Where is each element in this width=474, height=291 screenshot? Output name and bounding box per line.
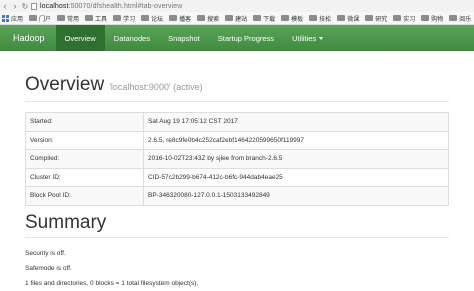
row-label: Block Pool ID: [25,186,144,206]
forward-arrow-icon[interactable]: › [10,0,20,12]
page-title: Overview [25,74,105,95]
browser-address-bar: ‹ › ↻ localhost:50070/dfshealth.html#tab… [0,0,474,12]
bookmark-label: 工具 [95,16,108,23]
summary-divider [25,237,449,238]
apps-grid-icon [2,14,9,22]
url-field[interactable]: localhost:50070/dfshealth.html#tab-overv… [40,3,182,10]
bookmark-item[interactable]: 下载 [253,14,275,23]
table-row: Version: 2.6.5, re8c9fe0b4c252caf2ebf146… [25,130,449,150]
bookmark-item[interactable]: 播客 [169,14,191,23]
bookmark-label: 门户 [39,16,52,23]
bookmark-label: 微课 [347,16,360,23]
hadoop-navbar: Hadoop Overview Datanodes Snapshot Start… [0,25,474,51]
folder-icon [225,15,234,21]
table-row: Started: Sat Aug 19 17:05:12 CST 2017 [25,112,449,132]
bookmark-item[interactable]: 搜索 [197,14,219,23]
tab-datanodes[interactable]: Datanodes [105,25,159,51]
bookmark-item[interactable]: 微课 [337,14,359,23]
bookmark-item[interactable]: 论坛 [141,14,163,23]
bookmarks-bar: 应用 门户 常用 工具 学习 论坛 播客 搜索 建站 下载 模板 技松 微课 研究 实习 购物 阅乐 [0,12,474,25]
folder-icon [141,15,150,21]
url-path: :50070/dfshealth.html#tab-overview [68,2,183,10]
bookmark-item[interactable]: 实习 [393,14,415,23]
bookmark-label: 购物 [431,16,444,23]
folder-icon [57,15,66,21]
bookmark-label: 实习 [403,16,416,23]
table-row: Block Pool ID: BP-346320080-127.0.0.1-15… [25,186,449,206]
bookmark-label: 播客 [179,16,192,23]
row-value: 2016-10-02T23:43Z by sjlee from branch-2… [143,149,449,169]
summary-title: Summary [25,212,107,233]
bookmark-item[interactable]: 学习 [113,14,135,23]
bookmark-item[interactable]: 门户 [29,14,51,23]
bookmark-label: 搜索 [207,16,220,23]
bookmark-label: 应用 [11,16,24,23]
folder-icon [421,15,430,21]
row-label: Compiled: [25,149,144,169]
bookmark-label: 阅乐 [459,16,472,23]
folder-icon [253,15,262,21]
folder-icon [169,15,178,21]
folder-icon [197,15,206,21]
bookmark-label: 常用 [67,16,80,23]
bookmark-item[interactable]: 技松 [309,14,331,23]
row-label: Version: [25,130,144,150]
heading-divider [25,101,449,102]
bookmark-label: 学习 [123,16,136,23]
bookmark-label: 研究 [375,16,388,23]
bookmark-label: 下载 [263,16,276,23]
caret-down-icon [319,36,324,40]
bookmark-item[interactable]: 工具 [85,14,107,23]
bookmark-label: 技松 [319,16,332,23]
utilities-dropdown[interactable]: Utilities [283,25,332,51]
safemode-status: Safemode is off. [25,265,72,272]
row-label: Cluster ID: [25,167,144,187]
bookmark-item[interactable]: 模板 [281,14,303,23]
utilities-label: Utilities [292,33,317,43]
bookmark-item[interactable]: 购物 [421,14,443,23]
table-row: Cluster ID: CID-57c2b299-b674-412c-b6fc-… [25,167,449,187]
brand-logo[interactable]: Hadoop [0,25,56,51]
namenode-address: 'localhost:9000' (active) [109,82,203,92]
folder-icon [393,15,402,21]
folder-icon [337,15,346,21]
filesystem-objects: 1 files and directories, 0 blocks = 1 to… [25,280,199,287]
bookmark-label: 论坛 [151,16,164,23]
tab-snapshot[interactable]: Snapshot [159,25,209,51]
page-icon [31,2,37,10]
folder-icon [29,15,38,21]
bookmark-item[interactable]: 常用 [57,14,79,23]
overview-table: Started: Sat Aug 19 17:05:12 CST 2017 Ve… [25,112,449,206]
row-label: Started: [25,112,144,132]
row-value: CID-57c2b299-b674-412c-b6fc-944dab4eae25 [143,167,449,187]
bookmark-item[interactable]: 阅乐 [449,14,471,23]
url-host: localhost [40,2,69,10]
folder-icon [85,15,94,21]
row-value: BP-346320080-127.0.0.1-1503133492849 [143,186,449,206]
folder-icon [281,15,290,21]
bookmark-item[interactable]: 研究 [365,14,387,23]
folder-icon [449,15,458,21]
bookmark-label: 模板 [291,16,304,23]
folder-icon [309,15,318,21]
row-value: Sat Aug 19 17:05:12 CST 2017 [143,112,449,132]
tab-startup-progress[interactable]: Startup Progress [209,25,283,51]
tab-overview[interactable]: Overview [55,25,105,51]
table-row: Compiled: 2016-10-02T23:43Z by sjlee fro… [25,149,449,169]
reload-icon[interactable]: ↻ [20,2,30,11]
security-status: Security is off. [25,250,66,257]
back-arrow-icon[interactable]: ‹ [0,0,10,12]
bookmark-item[interactable]: 建站 [225,14,247,23]
folder-icon [365,15,374,21]
folder-icon [113,15,122,21]
bookmark-label: 建站 [235,16,248,23]
row-value: 2.6.5, re8c9fe0b4c252caf2ebf146422059965… [143,130,449,150]
overview-heading: Overview 'localhost:9000' (active) [25,74,203,96]
bookmark-item[interactable]: 应用 [2,14,23,23]
